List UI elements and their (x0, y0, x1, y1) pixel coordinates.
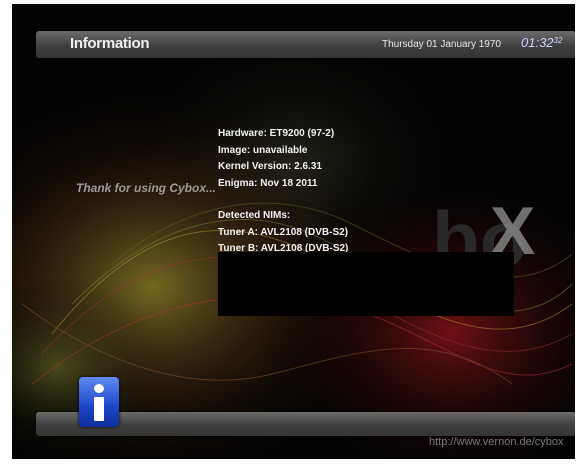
info-enigma: Enigma: Nov 18 2011 (218, 177, 318, 189)
thanks-message: Thank for using Cybox... (76, 181, 217, 195)
page-title: Information (70, 35, 150, 52)
date-label: Thursday 01 January 1970 (382, 39, 501, 50)
clock-seconds: 32 (553, 36, 563, 45)
system-info: Hardware: ET9200 (97-2) Image: unavailab… (218, 126, 348, 258)
info-hardware: Hardware: ET9200 (97-2) (218, 128, 335, 139)
watermark-url: http://www.vernon.de/cybox (429, 436, 564, 448)
clock: 01:3232 (521, 35, 562, 50)
info-icon-dot (94, 384, 104, 393)
tuner-a: Tuner A: AVL2108 (DVB-S2) (218, 226, 349, 238)
header-bar: Information Thursday 01 January 1970 01:… (36, 31, 575, 58)
clock-time: 01:32 (521, 35, 554, 50)
info-icon-stem (94, 397, 104, 421)
tv-screen: bo X Information Thursday 01 January 197… (12, 4, 575, 459)
info-button[interactable] (79, 377, 119, 427)
info-image: Image: unavailable (218, 144, 308, 156)
info-kernel: Kernel Version: 2.6.31 (218, 161, 322, 172)
nims-heading: Detected NIMs: (218, 210, 291, 221)
redacted-area (218, 252, 514, 316)
